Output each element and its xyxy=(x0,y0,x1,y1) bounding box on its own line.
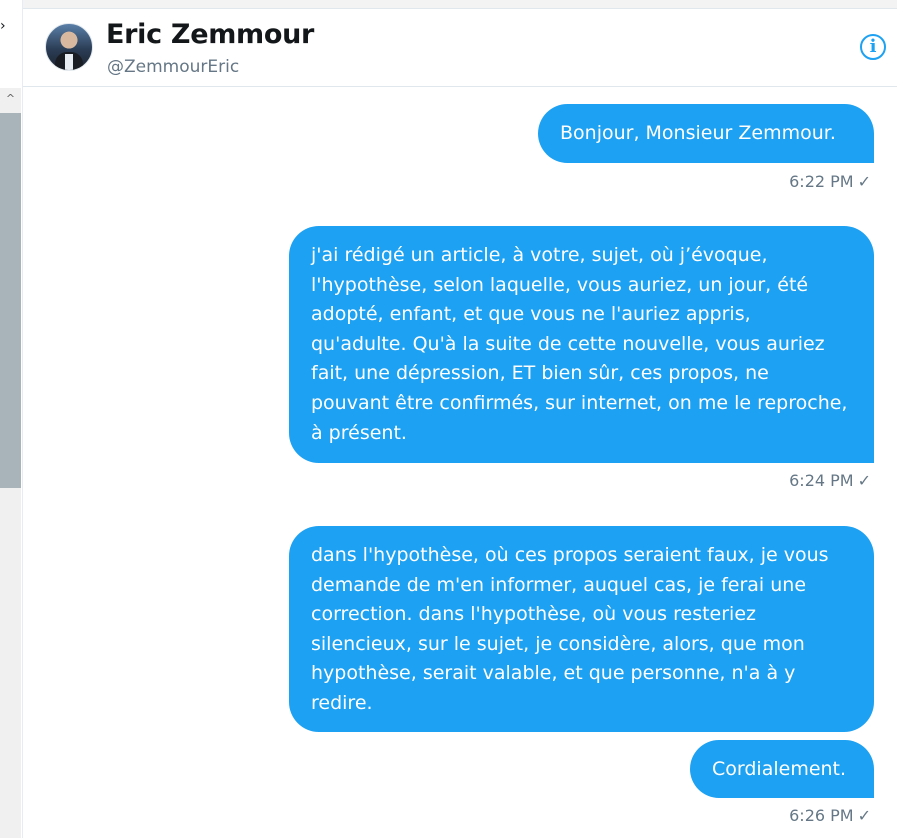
sent-check-icon: ✓ xyxy=(857,471,871,490)
message-meta: 6:24 PM ✓ xyxy=(789,471,871,490)
collapse-icon[interactable]: › xyxy=(0,18,6,34)
sent-check-icon: ✓ xyxy=(857,806,871,825)
message-meta: 6:22 PM ✓ xyxy=(789,172,871,191)
contact-name[interactable]: Eric Zemmour xyxy=(106,19,314,50)
conversation-header: Eric Zemmour @ZemmourEric i xyxy=(23,9,897,87)
scrollbar[interactable]: ^ xyxy=(0,88,21,838)
message-bubble[interactable]: dans l'hypothèse, où ces propos seraient… xyxy=(289,526,874,732)
info-icon[interactable]: i xyxy=(860,34,886,60)
scroll-thumb[interactable] xyxy=(0,113,21,488)
contact-handle[interactable]: @ZemmourEric xyxy=(107,57,239,77)
message-bubble[interactable]: j'ai rédigé un article, à votre, sujet, … xyxy=(289,226,874,463)
message-time: 6:26 PM xyxy=(789,806,854,825)
message-time: 6:22 PM xyxy=(789,172,854,191)
sent-check-icon: ✓ xyxy=(857,172,871,191)
scroll-up-icon[interactable]: ^ xyxy=(0,88,21,110)
message-list: Bonjour, Monsieur Zemmour. 6:22 PM ✓ j'ai… xyxy=(23,88,897,838)
window-top-edge xyxy=(0,0,897,9)
message-time: 6:24 PM xyxy=(789,471,854,490)
avatar-shirt xyxy=(65,54,73,70)
message-bubble[interactable]: Bonjour, Monsieur Zemmour. xyxy=(538,104,874,163)
avatar[interactable] xyxy=(45,23,93,71)
message-meta: 6:26 PM ✓ xyxy=(789,806,871,825)
message-bubble[interactable]: Cordialement. xyxy=(690,740,874,798)
